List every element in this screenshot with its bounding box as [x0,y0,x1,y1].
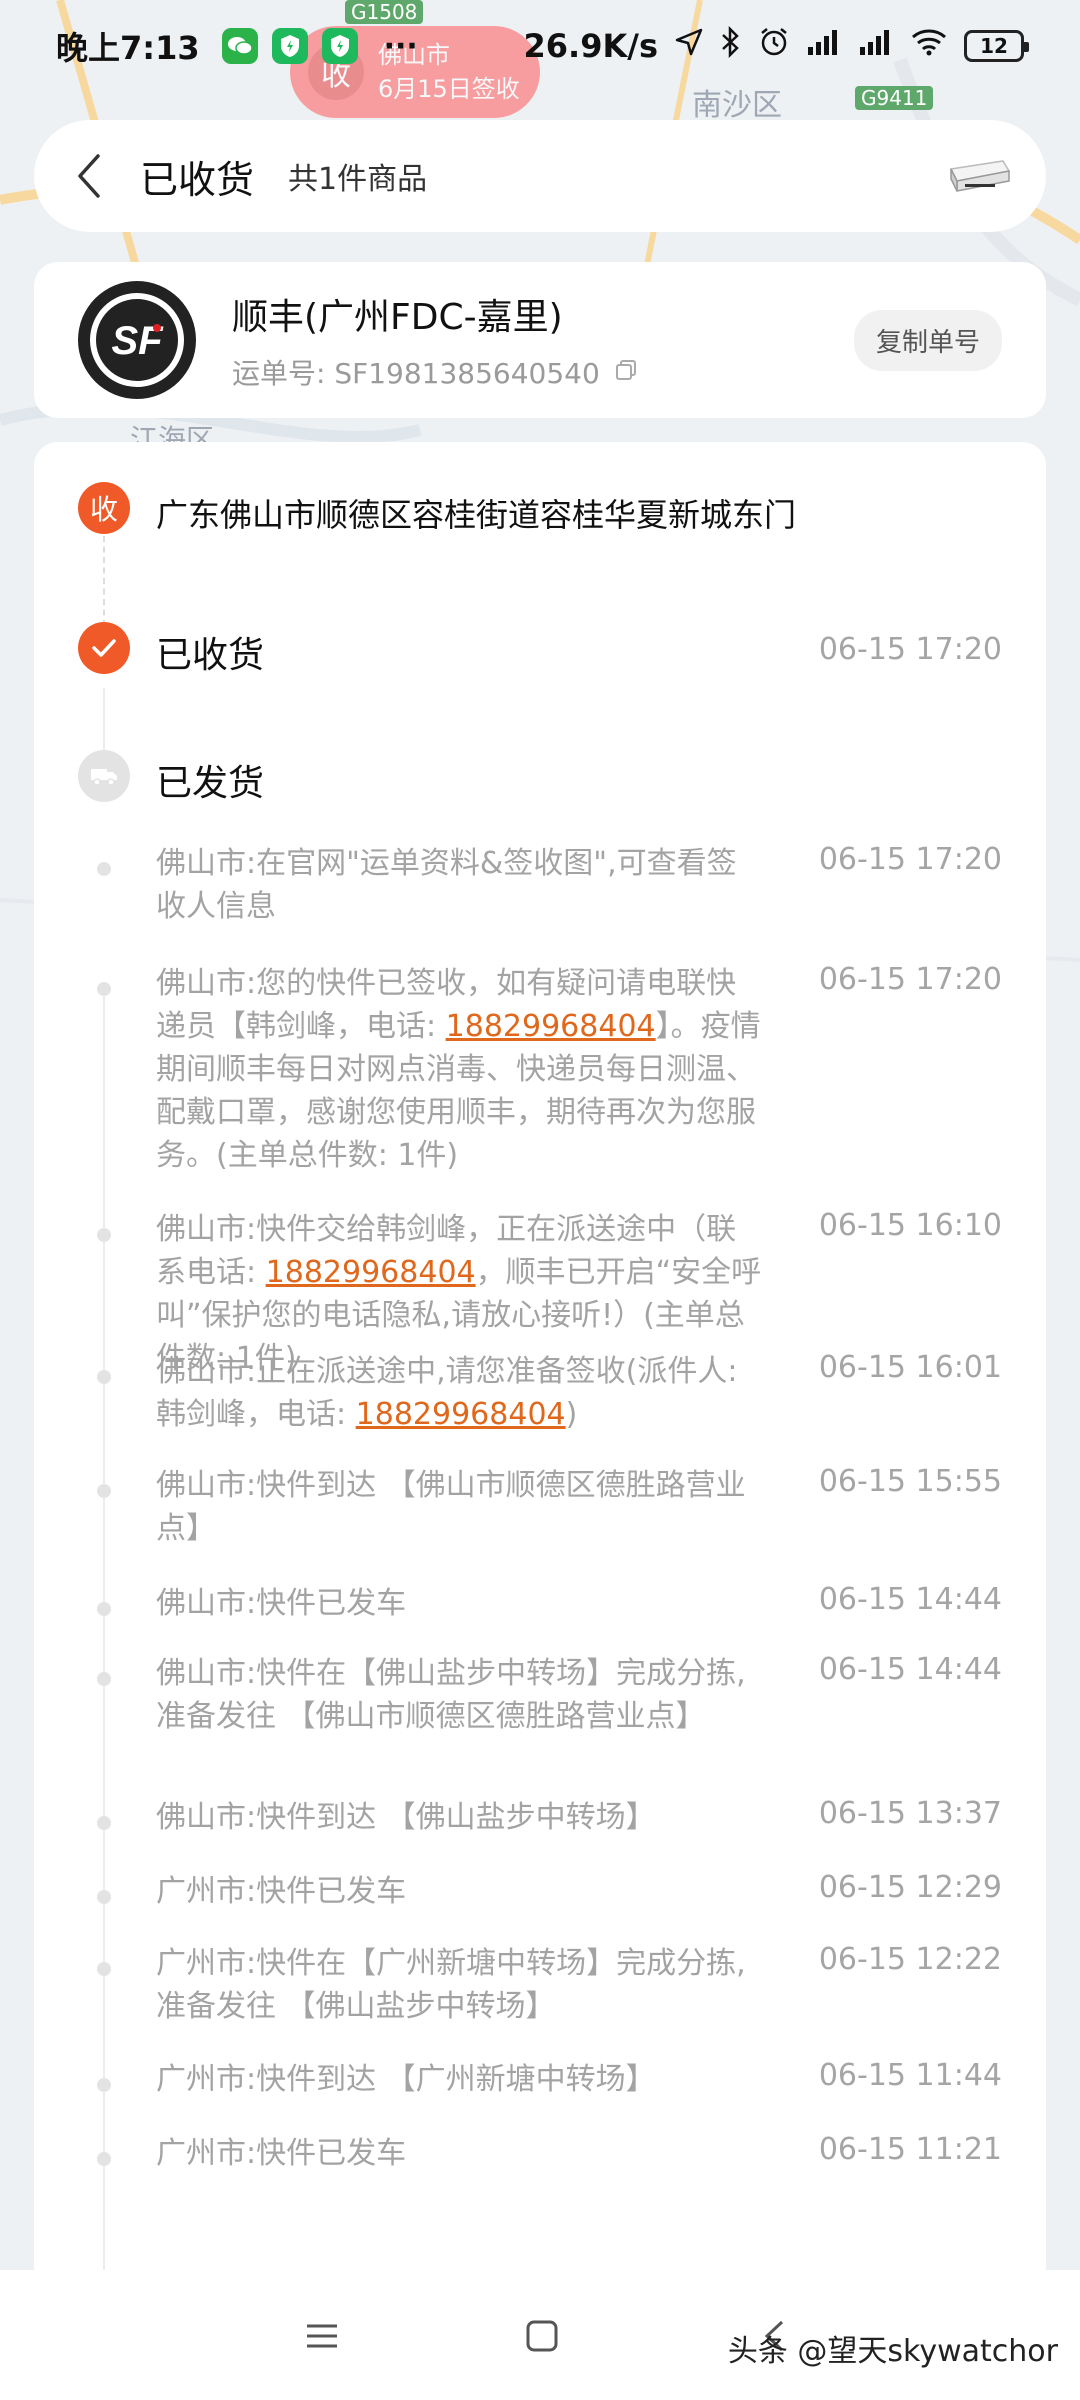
event-text-part: ) [565,1397,578,1432]
bluetooth-icon [720,25,742,66]
truck-icon [78,750,130,802]
timeline-dot [97,1672,111,1686]
event-text-part: 佛山市:快件在【佛山盐步中转场】完成分拣,准备发往 【佛山市顺德区德胜路营业点】 [156,1656,746,1734]
wechat-icon [221,28,258,64]
signal-icon [806,27,842,65]
waybill-number: 运单号: SF1981385640540 [232,357,600,390]
timeline-dot [97,862,111,876]
status-received-time: 06-15 17:20 [818,632,1002,667]
event-text-part: 广州市:快件已发车 [156,1874,407,1909]
tracking-event-text: 佛山市:快件已发车 [156,1582,766,1625]
product-thumbnail[interactable] [940,146,1016,206]
tracking-event-time: 06-15 16:10 [818,1208,1002,1243]
tracking-event-text: 广州市:快件已发车 [156,1870,766,1913]
back-arrow-icon[interactable] [64,152,112,200]
tracking-event-time: 06-15 15:55 [818,1464,1002,1499]
battery-indicator: 12 [964,30,1029,62]
status-more-dots: ··· [383,28,418,64]
courier-phone-link[interactable]: 18829968404 [356,1397,566,1432]
location-icon [674,27,704,65]
timeline-dot [97,2078,111,2092]
event-text-part: 佛山市:快件到达 【佛山市顺德区德胜路营业点】 [156,1468,746,1546]
copy-waybill-button[interactable]: 复制单号 [853,309,1002,371]
tracking-event-time: 06-15 16:01 [818,1350,1002,1385]
status-time: 晚上7:13 [56,29,200,67]
timeline-dot [97,982,111,996]
signal-hd-icon [858,27,894,65]
tracking-event-text: 广州市:快件在【广州新塘中转场】完成分拣,准备发往 【佛山盐步中转场】 [156,1942,766,2028]
menu-icon[interactable] [300,2314,344,2358]
status-bar: 晚上7:13 ··· 26.9K/s 12 [0,0,1080,92]
tracking-event-text: 佛山市:快件到达 【佛山市顺德区德胜路营业点】 [156,1464,766,1550]
tracking-event-text: 广州市:快件已发车 [156,2132,766,2175]
tracking-timeline[interactable]: 收 广东佛山市顺德区容桂街道容桂华夏新城东门 已收货 06-15 17:20 已… [34,442,1046,2272]
event-text-part: 佛山市:快件到达 【佛山盐步中转场】 [156,1800,656,1835]
tracking-event-text: 佛山市:快件到达 【佛山盐步中转场】 [156,1796,766,1839]
tracking-event-text: 佛山市:正在派送途中,请您准备签收(派件人: 韩剑峰，电话: 188299684… [156,1350,766,1436]
event-text-part: 佛山市:快件已发车 [156,1586,407,1621]
check-icon [78,622,130,674]
tracking-event-text: 佛山市:在官网"运单资料&签收图",可查看签收人信息 [156,842,766,928]
tracking-event-time: 06-15 17:20 [818,842,1002,877]
status-shipped: 已发货 [156,763,265,804]
receiver-address: 广东佛山市顺德区容桂街道容桂华夏新城东门 [156,496,797,534]
wifi-icon [910,27,948,65]
timeline-dot [97,1890,111,1904]
alarm-icon [758,26,790,66]
timeline-dot [97,1228,111,1242]
page-title: 已收货 [140,157,255,202]
tracking-event-time: 06-15 14:44 [818,1652,1002,1687]
courier-card: SF 顺丰(广州FDC-嘉里) 运单号: SF1981385640540 复制单… [34,262,1046,418]
timeline-dot [97,2152,111,2166]
tracking-event-time: 06-15 12:22 [818,1942,1002,1977]
event-text-part: 广州市:快件到达 【广州新塘中转场】 [156,2062,656,2097]
security-shield-icon [271,28,308,64]
security-shield-icon-2 [321,28,358,64]
timeline-dot [97,1816,111,1830]
tracking-event-text: 佛山市:快件在【佛山盐步中转场】完成分拣,准备发往 【佛山市顺德区德胜路营业点】 [156,1652,766,1738]
tracking-event-text: 佛山市:您的快件已签收，如有疑问请电联快递员【韩剑峰，电话: 188299684… [156,962,766,1177]
tracking-event-text: 广州市:快件到达 【广州新塘中转场】 [156,2058,766,2101]
item-count: 共1件商品 [288,162,428,197]
copy-icon[interactable] [614,356,638,389]
event-text-part: 广州市:快件已发车 [156,2136,407,2171]
tracking-event-time: 06-15 14:44 [818,1582,1002,1617]
timeline-dot [97,1962,111,1976]
sf-express-logo-icon: SF [78,281,196,399]
watermark: 头条 @望天skywatchor [727,2334,1058,2369]
event-text-part: 佛山市:在官网"运单资料&签收图",可查看签收人信息 [156,846,737,924]
courier-phone-link[interactable]: 18829968404 [446,1009,656,1044]
home-icon[interactable] [520,2314,564,2358]
courier-phone-link[interactable]: 18829968404 [266,1255,476,1290]
tracking-event-time: 06-15 13:37 [818,1796,1002,1831]
tracking-event-time: 06-15 12:29 [818,1870,1002,1905]
event-text-part: 广州市:快件在【广州新塘中转场】完成分拣,准备发往 【佛山盐步中转场】 [156,1946,746,2024]
timeline-dot [97,1602,111,1616]
timeline-dot [97,1484,111,1498]
status-received: 已收货 [156,635,265,676]
receiver-icon: 收 [78,482,130,534]
timeline-dashed-line [103,536,105,626]
courier-name: 顺丰(广州FDC-嘉里) [232,297,563,338]
network-speed: 26.9K/s [523,27,658,65]
system-navigation-bar: 头条 @望天skywatchor [0,2270,1080,2400]
tracking-event-time: 06-15 11:44 [818,2058,1002,2093]
tracking-event-time: 06-15 11:21 [818,2132,1002,2167]
timeline-dot [97,1370,111,1384]
tracking-event-time: 06-15 17:20 [818,962,1002,997]
order-header: 已收货 共1件商品 [34,120,1046,232]
